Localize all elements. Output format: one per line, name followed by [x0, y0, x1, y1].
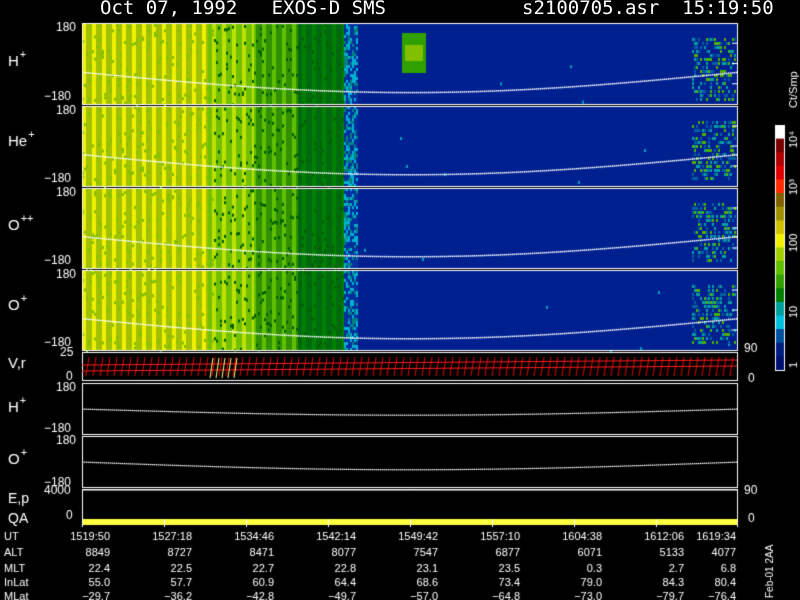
- file-time-label: s2100705.asr 15:19:50: [522, 0, 774, 19]
- plot-title: Oct 07, 1992 EXOS-D SMS: [100, 0, 386, 19]
- spectrogram-canvas: [0, 0, 800, 600]
